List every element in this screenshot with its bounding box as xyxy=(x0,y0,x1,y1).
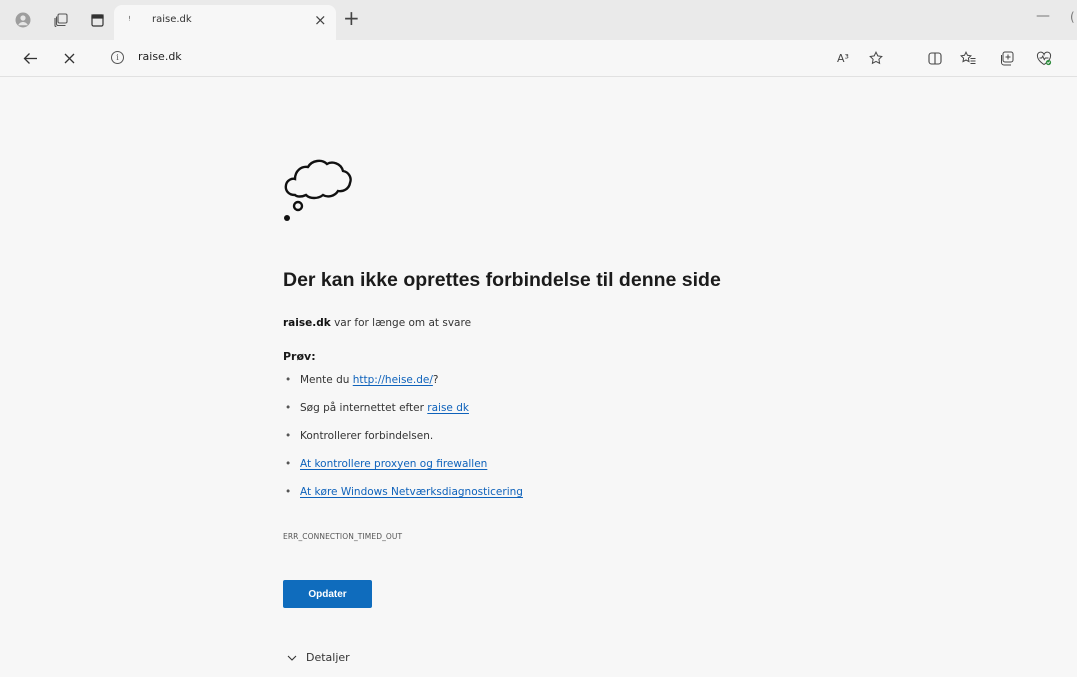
search-web-link[interactable]: raise dk xyxy=(427,402,469,414)
favorites-icon[interactable] xyxy=(959,49,977,67)
suggestion-list: Mente du http://heise.de/? Søg på intern… xyxy=(283,372,523,512)
url-text[interactable]: raise.dk xyxy=(138,50,182,63)
error-description: raise.dk var for længe om at svare xyxy=(283,317,471,329)
window-control-partial: ( xyxy=(1070,10,1075,24)
chevron-down-icon xyxy=(287,655,297,661)
active-tab[interactable]: ꜝ raise.dk × xyxy=(114,5,336,40)
list-item: At køre Windows Netværksdiagnosticering xyxy=(283,484,523,512)
stop-loading-button[interactable] xyxy=(57,47,81,69)
network-diagnostics-link[interactable]: At køre Windows Netværksdiagnosticering xyxy=(300,486,523,498)
workspaces-icon[interactable] xyxy=(50,9,72,31)
read-aloud-icon[interactable]: A³ xyxy=(834,49,852,67)
vertical-tabs-icon[interactable] xyxy=(86,9,108,31)
new-tab-button[interactable]: + xyxy=(343,6,360,30)
tab-strip: ꜝ raise.dk × + — ( xyxy=(0,0,1077,40)
tab-title: raise.dk xyxy=(152,14,192,25)
check-proxy-firewall-link[interactable]: At kontrollere proxyen og firewallen xyxy=(300,458,487,470)
suggestion-text: Kontrollerer forbindelsen. xyxy=(300,430,434,442)
details-toggle[interactable]: Detaljer xyxy=(287,651,350,664)
tab-favicon: ꜝ xyxy=(128,14,131,27)
details-label: Detaljer xyxy=(306,651,350,664)
suggestion-suffix: ? xyxy=(432,374,439,386)
browser-essentials-icon[interactable] xyxy=(1035,49,1053,67)
thought-cloud-icon xyxy=(284,159,352,221)
error-title: Der kan ikke oprettes forbindelse til de… xyxy=(283,269,721,291)
address-toolbar: i raise.dk A³ xyxy=(0,40,1077,77)
error-page: Der kan ikke oprettes forbindelse til de… xyxy=(0,77,1077,677)
split-screen-icon[interactable] xyxy=(926,49,944,67)
back-button[interactable] xyxy=(18,47,42,69)
list-item: Kontrollerer forbindelsen. xyxy=(283,428,523,456)
collections-icon[interactable] xyxy=(997,49,1015,67)
suggested-url-link[interactable]: http://heise.de/ xyxy=(353,374,433,386)
tab-close-button[interactable]: × xyxy=(314,11,327,29)
error-description-text: var for længe om at svare xyxy=(330,317,472,329)
list-item: Mente du http://heise.de/? xyxy=(283,372,523,400)
reload-button[interactable]: Opdater xyxy=(283,580,372,608)
back-icon xyxy=(23,52,37,64)
address-bar[interactable]: i raise.dk xyxy=(96,44,816,72)
suggestion-text: Søg på internettet efter xyxy=(300,402,428,414)
stop-loading-icon xyxy=(64,53,74,63)
list-item: At kontrollere proxyen og firewallen xyxy=(283,456,523,484)
error-host: raise.dk xyxy=(283,317,331,329)
minimize-button[interactable]: — xyxy=(1036,8,1050,24)
profile-icon[interactable] xyxy=(12,9,34,31)
list-item: Søg på internettet efter raise dk xyxy=(283,400,523,428)
favorite-star-icon[interactable] xyxy=(867,49,885,67)
suggestion-text: Mente du xyxy=(300,374,353,386)
try-label: Prøv: xyxy=(283,350,316,363)
site-info-icon[interactable]: i xyxy=(111,51,124,64)
error-code: ERR_CONNECTION_TIMED_OUT xyxy=(283,532,403,541)
